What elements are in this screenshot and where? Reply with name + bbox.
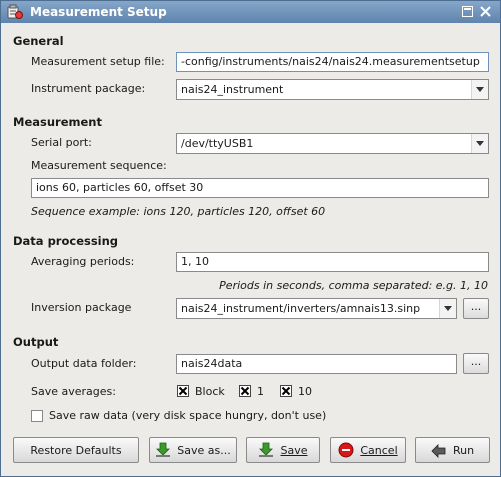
setup-file-field[interactable]: -config/instruments/nais24/nais24.measur… [176, 52, 489, 72]
cancel-icon [338, 442, 354, 458]
averaging-hint-text: Periods in seconds, comma separated: e.g… [219, 279, 488, 292]
download-icon [155, 442, 171, 458]
cancel-label: Cancel [360, 443, 398, 457]
section-data-processing: Data processing [13, 234, 119, 248]
serial-port-label: Serial port: [31, 136, 92, 149]
save-as-button[interactable]: Save as... [149, 437, 237, 463]
averaging-field[interactable]: 1, 10 [176, 252, 489, 272]
output-folder-label: Output data folder: [31, 357, 137, 370]
run-label: Run [452, 443, 475, 457]
restore-defaults-button[interactable]: Restore Defaults [13, 437, 139, 463]
save-averages-label: Save averages: [31, 385, 116, 398]
chevron-down-icon[interactable] [471, 80, 488, 99]
serial-port-select[interactable]: /dev/ttyUSB1 [176, 133, 489, 154]
cancel-button[interactable]: Cancel [330, 437, 406, 463]
instrument-package-select[interactable]: nais24_instrument [176, 79, 489, 100]
chevron-down-icon[interactable] [439, 299, 456, 318]
download-icon [258, 442, 274, 458]
average-10-checkbox[interactable] [280, 385, 292, 397]
instrument-package-value: nais24_instrument [181, 83, 284, 96]
run-button[interactable]: Run [415, 437, 490, 463]
serial-port-value: /dev/ttyUSB1 [181, 137, 254, 150]
title-bar: Measurement Setup [1, 1, 500, 23]
save-raw-label: Save raw data (very disk space hungry, d… [49, 409, 327, 422]
save-label: Save [280, 443, 308, 457]
sequence-label: Measurement sequence: [31, 159, 167, 172]
sequence-field[interactable]: ions 60, particles 60, offset 30 [31, 178, 489, 198]
inversion-value: nais24_instrument/inverters/amnais13.sin… [181, 302, 421, 315]
inversion-label: Inversion package [31, 301, 132, 314]
run-icon [431, 442, 447, 458]
sequence-example-text: Sequence example: ions 120, particles 12… [31, 205, 326, 218]
section-measurement: Measurement [13, 115, 102, 129]
average-10-label: 10 [298, 385, 312, 398]
output-folder-field[interactable]: nais24data [176, 354, 457, 374]
inversion-select[interactable]: nais24_instrument/inverters/amnais13.sin… [176, 298, 457, 319]
save-raw-checkbox[interactable] [31, 410, 43, 422]
average-block-checkbox[interactable] [177, 385, 189, 397]
minimize-icon[interactable] [461, 5, 474, 18]
save-button[interactable]: Save [246, 437, 320, 463]
close-icon[interactable] [479, 5, 492, 18]
averaging-label: Averaging periods: [31, 255, 135, 268]
chevron-down-icon[interactable] [471, 134, 488, 153]
inversion-browse-button[interactable]: ... [463, 298, 489, 319]
output-folder-browse-button[interactable]: ... [463, 353, 489, 374]
average-1-label: 1 [257, 385, 264, 398]
measurement-setup-window: Measurement Setup General Measurement se… [0, 0, 501, 477]
section-output: Output [13, 335, 59, 349]
setup-file-label: Measurement setup file: [31, 55, 165, 68]
average-block-label: Block [195, 385, 225, 398]
save-as-label: Save as... [177, 443, 231, 457]
average-1-checkbox[interactable] [239, 385, 251, 397]
app-icon [7, 4, 23, 20]
section-general: General [13, 34, 64, 48]
restore-defaults-label: Restore Defaults [30, 443, 122, 457]
window-title: Measurement Setup [30, 5, 167, 19]
instrument-package-label: Instrument package: [31, 82, 146, 95]
